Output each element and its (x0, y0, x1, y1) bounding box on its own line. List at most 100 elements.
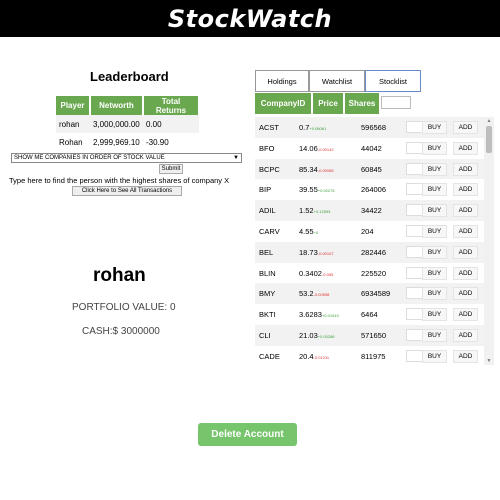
buy-button[interactable]: BUY (422, 141, 447, 155)
stock-row: ADIL 1.52+0.12593 34422 BUY ADD (255, 200, 484, 221)
stock-row: ACST 0.7+0.06061 596568 BUY ADD (255, 117, 484, 138)
buy-button[interactable]: BUY (422, 121, 447, 134)
stock-price: 20.4-0.01211 (299, 352, 329, 361)
stock-change: +0.06061 (309, 126, 327, 131)
add-button[interactable]: ADD (453, 287, 478, 301)
header-input[interactable] (381, 96, 411, 109)
stock-symbol: BEL (259, 247, 274, 257)
stock-change: +0.00286 (317, 333, 335, 339)
stock-price-value: 4.55 (299, 226, 314, 236)
delete-account-button[interactable]: Delete Account (198, 423, 297, 446)
stock-price-value: 0.7 (299, 123, 310, 132)
stock-price: 4.55+0 (299, 227, 318, 236)
add-button[interactable]: ADD (453, 308, 478, 322)
stock-price-value: 85.34 (299, 164, 318, 174)
player-name: Rohan (56, 133, 90, 151)
scroll-down-icon[interactable]: ▼ (484, 357, 494, 365)
stock-price-value: 53.2 (299, 289, 314, 299)
transactions-button[interactable]: Click Here to See All Transactions (72, 186, 182, 196)
stock-change: -0.00142 (317, 146, 334, 152)
add-button[interactable]: ADD (453, 245, 478, 259)
stock-row: CLI 21.03+0.00286 571650 BUY ADD (255, 324, 484, 346)
player-returns: -30.90 (143, 133, 199, 151)
stock-price: 53.2-0.00598 (299, 289, 329, 298)
stock-row: BMY 53.2-0.00598 6934589 BUY ADD (255, 283, 484, 305)
leaderboard-title: Leaderboard (90, 69, 169, 84)
stock-change: +0.12593 (313, 209, 331, 215)
stock-change: -0.00598 (313, 292, 330, 298)
buy-button[interactable]: BUY (422, 162, 447, 176)
query-select[interactable]: SHOW ME COMPANIES IN ORDER OF STOCK VALU… (11, 153, 242, 163)
stock-symbol: BIP (259, 185, 272, 195)
stock-shares: 60845 (361, 164, 382, 174)
buy-button[interactable]: BUY (422, 328, 447, 342)
stock-row: CARV 4.55+0 204 BUY ADD (255, 221, 484, 242)
stock-price: 1.52+0.12593 (299, 206, 330, 215)
stock-shares: 264006 (361, 185, 387, 195)
stock-price: 39.55+0.02276 (299, 185, 335, 194)
stock-change: +0 (313, 229, 319, 235)
stock-shares: 6934589 (361, 289, 391, 299)
stock-price: 18.73-0.00107 (299, 248, 334, 257)
app-title: StockWatch (167, 4, 333, 33)
add-button[interactable]: ADD (453, 183, 478, 197)
stock-symbol: CADE (259, 351, 280, 361)
stock-row: BIP 39.55+0.02276 264006 BUY ADD (255, 179, 484, 200)
stock-price-value: 14.06 (299, 143, 318, 153)
stock-price: 3.6283+0.01919 (299, 310, 339, 319)
add-button[interactable]: ADD (453, 328, 478, 342)
stock-shares: 44042 (361, 143, 382, 153)
buy-button[interactable]: BUY (422, 183, 447, 197)
submit-button[interactable]: Submit (159, 164, 183, 174)
buy-button[interactable]: BUY (422, 224, 447, 238)
add-button[interactable]: ADD (453, 224, 478, 238)
stock-table-header: CompanyID Price Shares (255, 93, 411, 114)
stock-price-value: 21.03 (299, 330, 318, 340)
column-shares: Shares (345, 93, 379, 114)
tab-stocklist[interactable]: Stocklist (365, 70, 421, 92)
stock-row: BLIN 0.3402-0.055 225520 BUY ADD (255, 263, 484, 284)
tab-holdings[interactable]: Holdings (255, 70, 309, 92)
buy-button[interactable]: BUY (422, 349, 447, 363)
add-button[interactable]: ADD (453, 121, 478, 134)
chevron-down-icon: ▼ (233, 155, 239, 161)
buy-button[interactable]: BUY (422, 245, 447, 259)
stock-symbol: BKTI (259, 310, 276, 320)
buy-button[interactable]: BUY (422, 308, 447, 322)
table-row: Rohan 2,999,969.10 -30.90 (56, 133, 199, 151)
buy-button[interactable]: BUY (422, 266, 447, 280)
add-button[interactable]: ADD (453, 204, 478, 218)
column-companyid: CompanyID (255, 93, 311, 114)
leaderboard-header-player: Player (56, 96, 91, 115)
buy-button[interactable]: BUY (422, 287, 447, 301)
stock-shares: 596568 (361, 123, 387, 132)
stock-price: 21.03+0.00286 (299, 331, 335, 340)
player-networth: 3,000,000.00 (90, 115, 143, 133)
stock-change: -0.00085 (317, 167, 334, 173)
tab-bar: Holdings Watchlist Stocklist (255, 70, 421, 92)
portfolio-value: PORTFOLIO VALUE: 0 (72, 302, 176, 313)
stock-price: 0.7+0.06061 (299, 123, 326, 132)
scroll-up-icon[interactable]: ▲ (484, 117, 494, 125)
stock-symbol: ADIL (259, 206, 276, 216)
stock-shares: 225520 (361, 268, 387, 278)
stock-symbol: CLI (259, 330, 271, 340)
stock-price-value: 3.6283 (299, 310, 322, 320)
stock-price: 85.34-0.00085 (299, 165, 334, 174)
stock-change: -0.01211 (313, 354, 330, 360)
leaderboard-table: Player Networth Total Returns rohan 3,00… (56, 96, 200, 151)
tab-watchlist[interactable]: Watchlist (309, 70, 365, 92)
scroll-thumb[interactable] (486, 126, 492, 153)
add-button[interactable]: ADD (453, 349, 478, 363)
add-button[interactable]: ADD (453, 162, 478, 176)
add-button[interactable]: ADD (453, 266, 478, 280)
stock-price-value: 39.55 (299, 185, 318, 195)
stock-symbol: BCPC (259, 164, 280, 174)
stock-change: -0.055 (321, 271, 334, 277)
stock-symbol: BFO (259, 143, 275, 153)
buy-button[interactable]: BUY (422, 204, 447, 218)
stock-list-scrollbar[interactable]: ▲ ▼ (484, 117, 494, 365)
add-button[interactable]: ADD (453, 141, 478, 155)
stock-price: 14.06-0.00142 (299, 144, 334, 153)
leaderboard-header-returns: Total Returns (143, 96, 200, 115)
